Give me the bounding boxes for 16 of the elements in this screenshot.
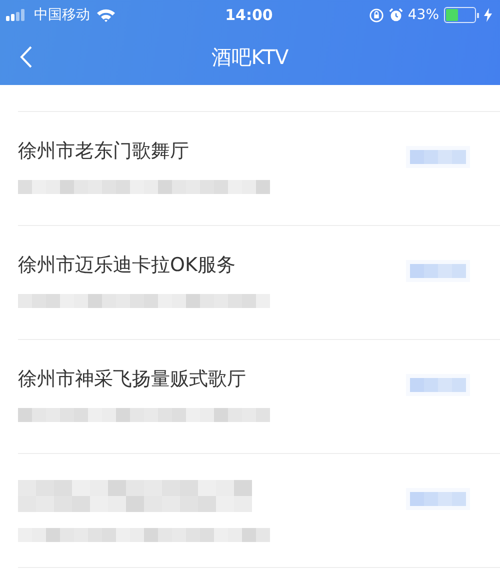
wifi-icon	[96, 8, 116, 22]
status-time: 14:00	[225, 6, 273, 24]
blurred-distance	[406, 260, 470, 282]
venue-name[interactable]: 徐州市迈乐迪卡拉OK服务	[18, 252, 406, 278]
venue-name[interactable]: 徐州市老东门歌舞厅	[18, 138, 406, 164]
battery-icon	[444, 7, 479, 23]
rotation-lock-icon	[368, 8, 384, 22]
page-title: 酒吧KTV	[211, 44, 289, 71]
blurred-distance	[406, 146, 470, 168]
venue-name[interactable]: 徐州市神采飞扬量贩式歌厅	[18, 366, 406, 392]
battery-percent: 43%	[408, 7, 439, 23]
blurred-distance	[406, 488, 470, 510]
blurred-distance	[406, 374, 470, 396]
carrier-name: 中国移动	[34, 6, 90, 24]
alarm-icon	[388, 8, 403, 22]
back-icon[interactable]	[20, 46, 32, 68]
